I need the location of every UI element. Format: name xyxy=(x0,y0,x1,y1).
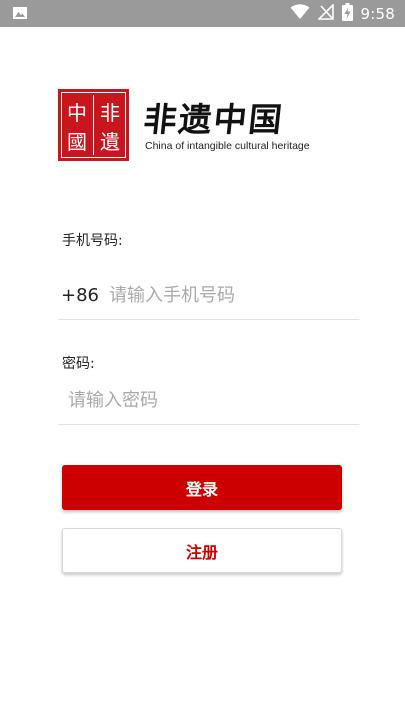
svg-text:中: 中 xyxy=(67,101,87,125)
brand-title: 非遗中国 xyxy=(141,100,286,139)
battery-charging-icon xyxy=(341,3,353,25)
phone-input[interactable] xyxy=(109,284,359,306)
login-screen: 中 非 國 遺 非遗中国 China of intangible cultura… xyxy=(0,27,405,720)
password-label: 密码: xyxy=(62,356,95,372)
password-input[interactable] xyxy=(68,389,359,411)
clock: 9:58 xyxy=(360,5,395,23)
image-icon xyxy=(12,5,28,25)
seal-logo: 中 非 國 遺 xyxy=(58,89,129,161)
brand-subtitle: China of intangible cultural heritage xyxy=(145,140,310,152)
status-bar: 9:58 xyxy=(0,0,405,27)
password-field xyxy=(58,376,359,425)
phone-label: 手机号码: xyxy=(62,233,123,249)
svg-text:國: 國 xyxy=(67,130,87,154)
login-button[interactable]: 登录 xyxy=(62,465,342,510)
country-code[interactable]: +86 xyxy=(61,285,99,306)
svg-text:遺: 遺 xyxy=(100,130,120,154)
no-signal-icon xyxy=(316,3,334,24)
wifi-icon xyxy=(290,4,310,24)
brand-logo: 中 非 國 遺 非遗中国 China of intangible cultura… xyxy=(58,89,310,161)
phone-field: +86 xyxy=(58,271,359,320)
register-button[interactable]: 注册 xyxy=(62,528,342,573)
svg-text:非: 非 xyxy=(100,101,120,125)
